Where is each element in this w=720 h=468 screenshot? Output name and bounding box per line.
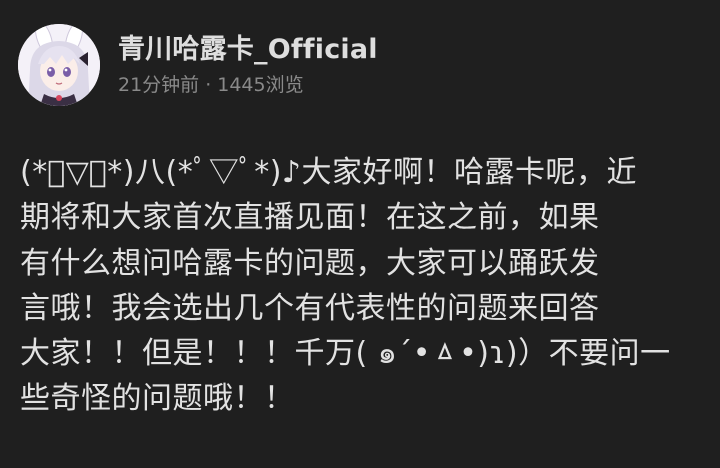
content-line: 有什么想问哈露卡的问题，大家可以踊跃发 — [20, 245, 600, 281]
content-line: 大家！！但是！！！千万( ๑´•ㅿ•)ɿ)）不要问一 — [20, 336, 671, 372]
author-name[interactable]: 青川哈露卡_Official — [118, 32, 378, 68]
post-content: (*ﾟ▽ﾟ*)八(*ﾟ▽ﾟ*)♪大家好啊！哈露卡呢，近 期将和大家首次直播见面！… — [20, 150, 710, 422]
content-line: 些奇怪的问题哦！！ — [20, 381, 295, 417]
content-line: 言哦！我会选出几个有代表性的问题来回答 — [20, 290, 600, 326]
content-line: (*ﾟ▽ﾟ*)八(*ﾟ▽ﾟ*)♪大家好啊！哈露卡呢，近 — [20, 155, 638, 190]
post-stats: 21分钟前 · 1445浏览 — [118, 72, 378, 98]
post-meta: 青川哈露卡_Official 21分钟前 · 1445浏览 — [118, 32, 378, 98]
avatar[interactable] — [18, 24, 100, 106]
view-count: 1445浏览 — [217, 74, 304, 96]
meta-separator: · — [205, 74, 212, 96]
post-header: 青川哈露卡_Official 21分钟前 · 1445浏览 — [18, 24, 378, 106]
avatar-image — [18, 24, 100, 106]
post-card: 青川哈露卡_Official 21分钟前 · 1445浏览 (*ﾟ▽ﾟ*)八(*ﾟ▽… — [0, 0, 720, 468]
post-time: 21分钟前 — [118, 74, 200, 96]
content-line: 期将和大家首次直播见面！在这之前，如果 — [20, 200, 600, 236]
